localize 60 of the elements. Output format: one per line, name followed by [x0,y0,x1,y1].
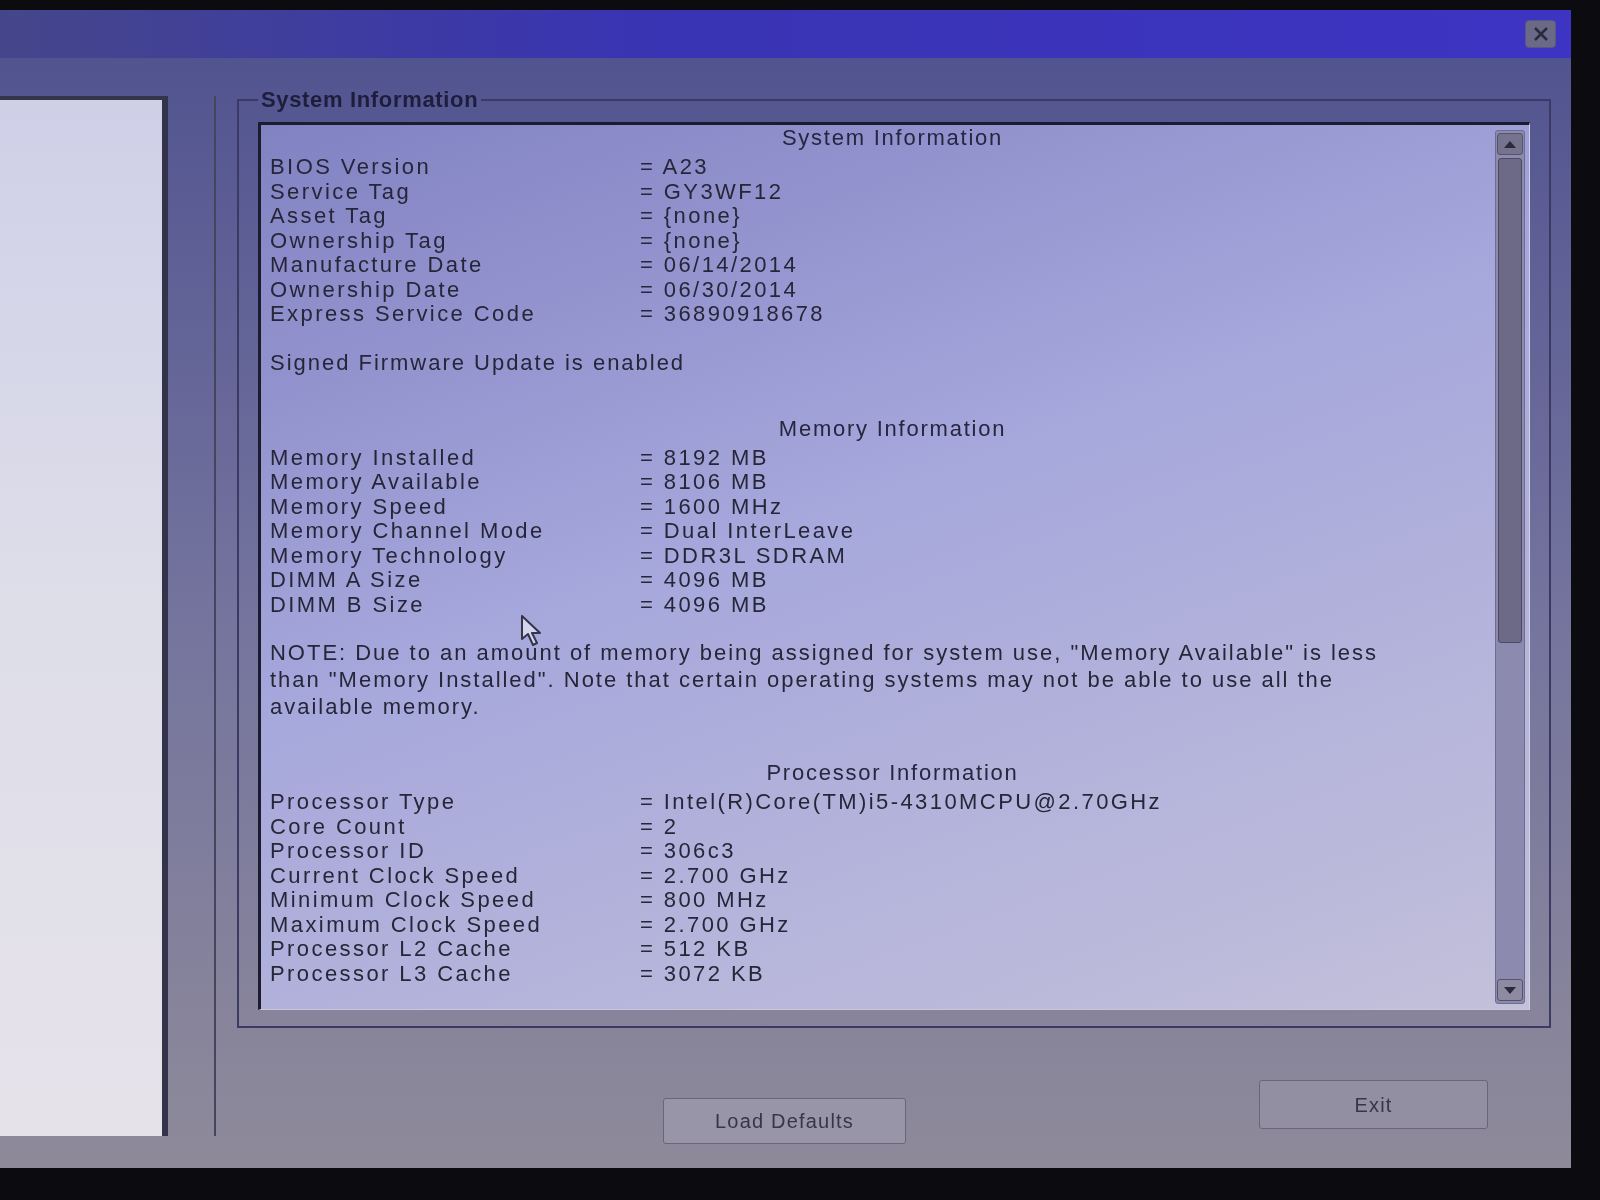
caret-up-icon [1504,140,1516,148]
field-value: = A23 [640,155,709,180]
field-value: = 800 MHz [640,888,769,913]
dialog-button[interactable]: Load Defaults [663,1098,906,1144]
info-note: NOTE: Due to an amount of memory being assigned for system use, "Memory Available" is less than "Memory Installed". Note that certain operating systems may not be able to use all the available memory. [270,639,1380,720]
section-heading: Processor Information [765,760,1020,785]
field-label: DIMM B Size [270,592,426,617]
field-value: = GY3WF12 [640,179,784,204]
field-label: Ownership Tag [270,228,449,253]
field-label: Memory Technology [270,543,509,568]
info-note: Signed Firmware Update is enabled [270,348,687,376]
field-label: Manufacture Date [270,253,485,278]
field-label: Memory Installed [270,445,478,470]
field-label: Processor L3 Cache [270,961,514,986]
caret-down-icon [1504,986,1516,994]
field-label: Service Tag [270,179,413,204]
field-label: Memory Speed [270,494,450,519]
field-value: = Dual InterLeave [640,519,856,544]
field-label: DIMM A Size [270,568,423,593]
field-label: Current Clock Speed [270,863,522,888]
field-value: = 36890918678 [640,302,825,327]
field-label: Memory Available [270,470,483,495]
scroll-down-button[interactable] [1497,979,1523,1001]
field-value: = 8192 MB [640,445,769,470]
field-label: Express Service Code [270,302,538,327]
field-value: = {none} [640,204,742,229]
field-label: Minimum Clock Speed [270,888,538,913]
group-box-title: System Information [260,87,480,113]
field-label: Memory Channel Mode [270,519,546,544]
field-value: = 06/30/2014 [640,277,799,302]
field-value: = 4096 MB [640,568,769,593]
field-value: = {none} [640,228,742,253]
field-label: BIOS Version [270,155,433,180]
field-value: = 2 [640,814,679,839]
scrollbar-thumb[interactable] [1498,158,1522,643]
field-value: = 8106 MB [640,470,769,495]
field-label: Processor L2 Cache [270,937,513,962]
close-icon [1532,26,1549,42]
field-value: = 306c3 [640,839,736,864]
field-label: Core Count [270,814,407,839]
field-value: = 3072 KB [640,961,766,986]
field-value: = DDR3L SDRAM [640,543,848,568]
scroll-up-button[interactable] [1497,133,1523,155]
field-label: Processor ID [270,839,428,864]
field-label: Asset Tag [270,204,388,229]
field-value: = 06/14/2014 [640,253,799,278]
field-value: = 4096 MB [640,592,769,617]
field-label: Maximum Clock Speed [270,912,544,937]
dialog-button[interactable]: Exit [1259,1080,1488,1129]
field-value: = Intel(R)Core(TM)i5-4310MCPU@2.70GHz [640,790,1163,815]
field-value: = 512 KB [640,937,751,962]
field-value: = 2.700 GHz [640,863,791,888]
scrollbar[interactable] [1495,130,1525,1004]
field-label: Ownership Date [270,277,463,302]
field-label: Processor Type [270,790,458,815]
field-value: = 1600 MHz [640,494,784,519]
close-button[interactable] [1525,20,1556,48]
section-heading: System Information [780,125,1005,150]
section-heading: Memory Information [777,415,1008,441]
field-value: = 2.700 GHz [640,912,791,937]
